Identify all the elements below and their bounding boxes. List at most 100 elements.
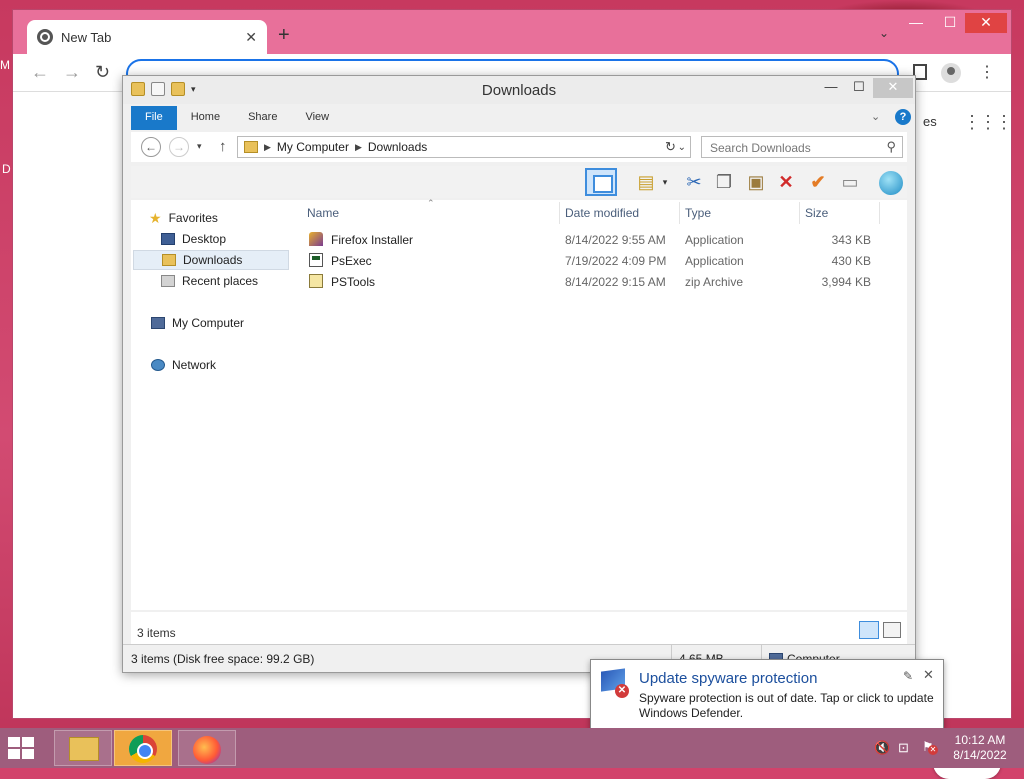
forward-button[interactable]: → [169,137,189,157]
nav-downloads[interactable]: Downloads [133,250,289,270]
paste-icon[interactable]: ▣ [743,170,769,194]
file-type: Application [685,254,744,268]
chrome-tab-new-tab[interactable]: New Tab ✕ [27,20,267,54]
computer-icon [151,317,165,329]
column-divider[interactable] [879,202,880,224]
navigation-pane: ★ Favorites Desktop Downloads Recent pla… [131,200,299,610]
reload-button[interactable]: ↻ [95,62,110,83]
help-icon[interactable]: ? [895,109,911,125]
back-button[interactable]: ← [141,137,161,157]
file-type: Application [685,233,744,247]
forward-button[interactable]: → [63,62,81,83]
rename-icon[interactable]: ▭ [837,170,863,194]
address-dropdown-icon[interactable]: ⌄ [678,142,686,153]
item-count-bar: 3 items [131,612,907,644]
tab-home[interactable]: Home [177,106,234,130]
chrome-maximize-button[interactable]: ☐ [935,13,965,33]
chevron-down-icon[interactable]: ▾ [659,170,671,194]
column-divider[interactable] [799,202,800,224]
tab-view[interactable]: View [291,106,343,130]
search-icon: ⚲ [886,139,896,154]
back-button[interactable]: ← [31,62,49,83]
column-header-size[interactable]: Size [805,206,828,220]
action-center-flag-icon[interactable]: ⚑ ✕ [922,739,938,755]
chevron-right-icon[interactable]: ▶ [264,142,271,153]
system-clock[interactable]: 10:12 AM 8/14/2022 [944,733,1016,763]
nav-label: Network [172,358,217,372]
nav-recent-places[interactable]: Recent places [161,271,317,291]
chrome-close-button[interactable]: ✕ [965,13,1007,33]
globe-icon[interactable] [879,171,903,195]
nav-label: Favorites [168,211,218,225]
new-folder-icon[interactable]: ▤ [633,170,659,194]
network-icon[interactable]: ⊡ [898,740,909,756]
refresh-icon[interactable]: ↻ [665,139,676,155]
tab-file[interactable]: File [131,106,177,130]
breadcrumb-my-computer[interactable]: My Computer [277,140,349,154]
nav-desktop[interactable]: Desktop [161,229,317,249]
nav-favorites[interactable]: ★ Favorites [149,208,305,228]
file-list: ⌃ Name Date modified Type Size Firefox I… [299,198,907,610]
column-divider[interactable] [679,202,680,224]
file-row-firefox-installer[interactable]: Firefox Installer 8/14/2022 9:55 AM Appl… [299,230,899,250]
notification-balloon[interactable]: ✕ Update spyware protection Spyware prot… [590,659,944,739]
tab-title: New Tab [61,29,112,45]
new-tab-button[interactable]: + [278,24,290,47]
tab-share[interactable]: Share [234,106,291,130]
details-view-icon[interactable] [859,621,879,639]
windows-logo-icon [8,737,20,747]
copy-icon[interactable]: ❐ [711,170,737,194]
breadcrumb-downloads[interactable]: Downloads [368,140,427,154]
taskbar-file-explorer[interactable] [54,730,112,766]
column-header-date-modified[interactable]: Date modified [565,206,639,220]
notification-body: Spyware protection is out of date. Tap o… [639,691,934,720]
taskbar-chrome[interactable] [114,730,172,766]
delete-icon[interactable]: ✕ [773,170,799,194]
volume-muted-icon[interactable]: 🔇 [874,740,890,756]
file-row-pstools[interactable]: PSTools 8/14/2022 9:15 AM zip Archive 3,… [299,272,899,292]
start-button[interactable] [6,736,40,760]
preview-pane-icon[interactable] [585,168,617,196]
nav-label: My Computer [172,316,245,330]
explorer-titlebar[interactable]: ▾ Downloads — ☐ ✕ [123,76,915,104]
notification-settings-icon[interactable]: ✎ [903,669,913,683]
chrome-menu-button[interactable]: ⋮ [979,62,995,82]
chevron-right-icon[interactable]: ▶ [355,142,362,153]
up-folder-icon[interactable]: ↑ [219,138,227,155]
address-bar[interactable]: ▶ My Computer ▶ Downloads ⌄ [237,136,691,158]
profile-avatar-icon[interactable] [941,63,961,83]
cut-icon[interactable]: ✂ [681,170,707,194]
file-explorer-icon [69,737,99,761]
column-header-type[interactable]: Type [685,206,711,220]
nav-label: Desktop [182,232,227,246]
nav-network[interactable]: Network [151,355,307,375]
properties-check-icon[interactable]: ✔ [805,170,831,194]
explorer-close-button[interactable]: ✕ [873,78,913,98]
chrome-minimize-button[interactable]: — [901,13,931,33]
column-header-name[interactable]: Name [307,206,339,220]
address-row: ← → ▾ ↑ ▶ My Computer ▶ Downloads ⌄ ↻ Se… [131,132,907,162]
windows-logo-icon [22,749,34,759]
firefox-icon [193,736,221,764]
large-icons-view-icon[interactable] [883,622,901,638]
nav-my-computer[interactable]: My Computer [151,313,307,333]
google-apps-icon[interactable]: ⋮⋮⋮ [963,112,1013,133]
sort-ascending-icon: ⌃ [427,198,435,208]
close-tab-icon[interactable]: ✕ [245,29,257,46]
expand-ribbon-icon[interactable]: ⌄ [871,110,880,123]
notification-close-icon[interactable]: ✕ [923,667,934,683]
file-row-psexec[interactable]: PsExec 7/19/2022 4:09 PM Application 430… [299,251,899,271]
recent-locations-icon[interactable]: ▾ [197,141,202,152]
explorer-minimize-button[interactable]: — [817,78,845,98]
taskbar-firefox[interactable] [178,730,236,766]
tab-search-button[interactable]: ⌄ [879,26,889,40]
explorer-maximize-button[interactable]: ☐ [845,78,873,98]
search-input[interactable]: Search Downloads ⚲ [701,136,903,158]
windows-logo-icon [22,737,34,747]
chrome-logo-icon [37,29,53,45]
column-divider[interactable] [559,202,560,224]
file-date: 8/14/2022 9:15 AM [565,275,666,289]
taskbar: 🔇 ⊡ ⚑ ✕ 10:12 AM 8/14/2022 [0,728,1024,768]
ntp-link-fragment[interactable]: es [923,114,937,129]
desktop-icon [161,233,175,245]
